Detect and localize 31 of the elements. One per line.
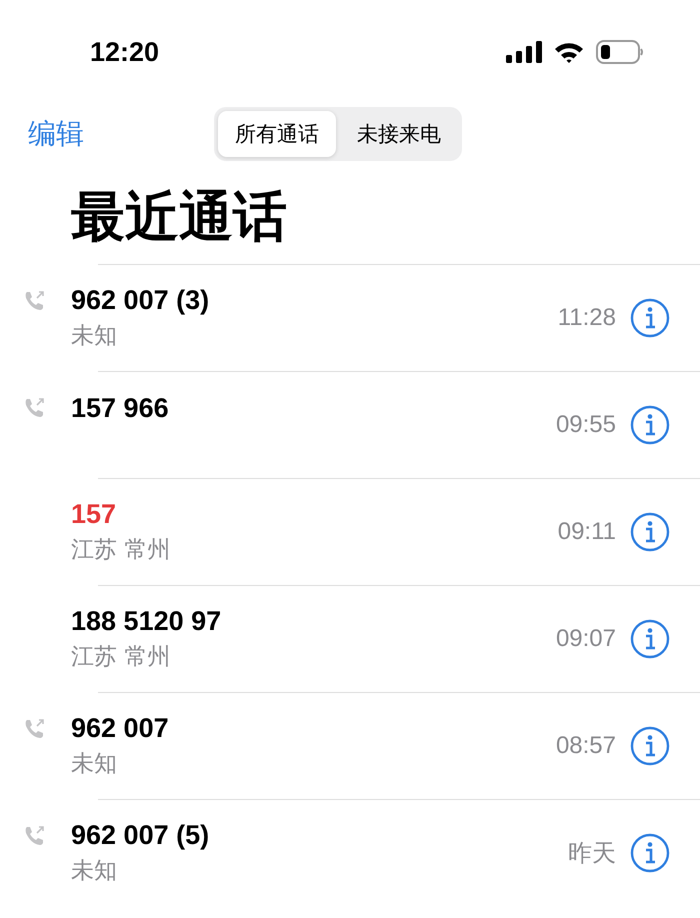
edit-link[interactable]: 编辑 (28, 115, 214, 153)
info-icon[interactable] (630, 726, 670, 766)
info-icon[interactable] (630, 298, 670, 338)
call-location: 未知 (71, 322, 118, 351)
battery-icon (596, 40, 644, 64)
phone-number: 962 007 (3) (71, 285, 210, 316)
call-location: 未知 (71, 857, 118, 886)
call-time: 08:57 (556, 732, 616, 760)
status-time: 12:20 (90, 36, 160, 68)
wifi-icon (554, 41, 584, 63)
page-title: 最近通话 (70, 184, 288, 250)
filter-tab[interactable]: 所有通话 (218, 111, 336, 157)
call-time: 09:11 (558, 518, 616, 546)
info-icon[interactable] (630, 833, 670, 873)
info-icon[interactable] (630, 619, 670, 659)
call-time: 11:28 (558, 304, 616, 332)
call-location: 未知 (71, 750, 118, 779)
call-time: 09:07 (556, 625, 616, 653)
phone-number: 962 007 (5) (71, 820, 210, 851)
phone-number: 188 5120 97 (71, 606, 222, 637)
phone-number: 962 007 (71, 713, 170, 744)
info-icon[interactable] (630, 405, 670, 445)
filter-tab[interactable]: 未接来电 (340, 111, 458, 157)
call-location: 江苏 常州 (71, 643, 172, 672)
signal-icon (506, 41, 542, 63)
phone-number: 157 (71, 499, 118, 530)
call-location: 江苏 常州 (71, 536, 172, 565)
call-time: 昨天 (568, 839, 616, 869)
info-icon[interactable] (630, 512, 670, 552)
phone-number: 157 966 (71, 392, 170, 424)
call-time: 09:55 (556, 411, 616, 439)
